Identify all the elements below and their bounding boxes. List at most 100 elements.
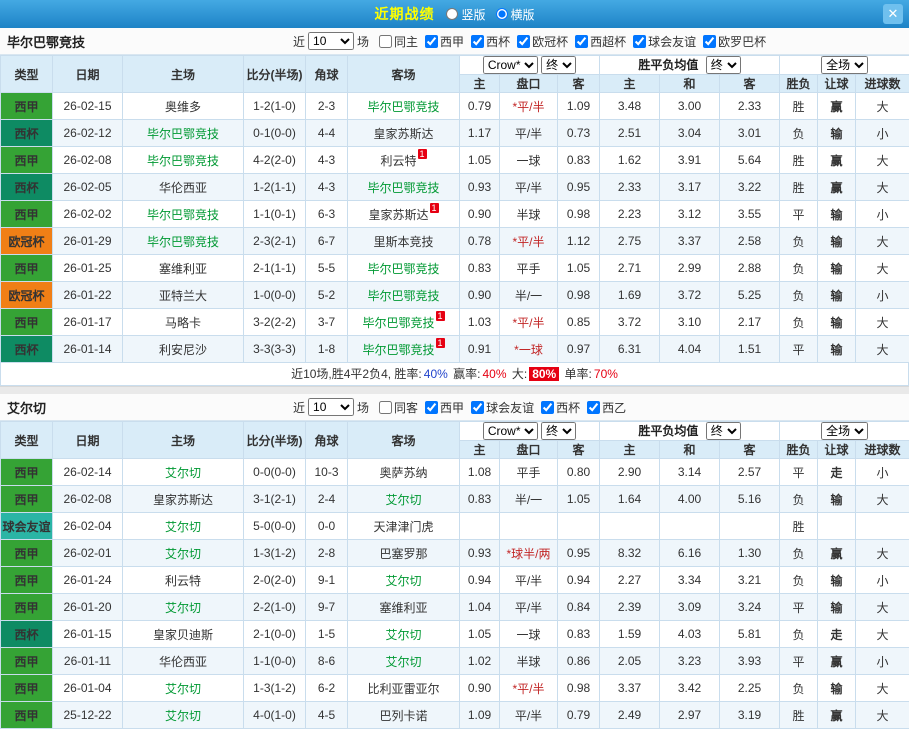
- filter-checkbox[interactable]: 西超杯: [575, 33, 626, 50]
- checkbox-input[interactable]: [471, 34, 485, 48]
- handicap-cell: [499, 512, 558, 540]
- away-team-cell: 毕尔巴鄂竞技 1: [347, 308, 460, 336]
- odds-home-cell: 1.05: [459, 620, 500, 648]
- home-team-cell: 毕尔巴鄂竞技: [122, 200, 244, 228]
- layout-radio-input[interactable]: [495, 8, 508, 20]
- checkbox-input[interactable]: [633, 34, 647, 48]
- header-type: 类型: [0, 55, 53, 93]
- match-row: 球会友谊 26-02-04 艾尔切 5-0(0-0) 0-0 天津津门虎 胜: [0, 512, 909, 540]
- team-name-text: 艾尔切: [385, 654, 422, 669]
- odds-final-select[interactable]: 终: [541, 56, 577, 74]
- near-label: 近: [293, 400, 306, 415]
- league-cell: 西甲: [0, 458, 53, 486]
- filter-checkbox[interactable]: 西杯: [541, 399, 580, 416]
- filter-checkbox[interactable]: 球会友谊: [633, 33, 696, 50]
- filter-checkbox[interactable]: 西乙: [587, 399, 626, 416]
- avg-away-cell: 2.58: [719, 227, 781, 255]
- avg-final-select[interactable]: 终: [705, 56, 741, 74]
- match-row: 西甲 26-01-25 塞维利亚 2-1(1-1) 5-5 毕尔巴鄂竞技 0.83 平手 1.0…: [0, 254, 909, 282]
- matches-table: 类型 日期 主场 比分(半场) 角球 客场 Crow* 终 胜平负均值 终 全场…: [0, 421, 909, 729]
- date-cell: 26-02-15: [52, 92, 123, 120]
- team-name-text: 巴塞罗那: [379, 546, 428, 561]
- checkbox-input[interactable]: [517, 34, 531, 48]
- goals-cell: 大: [855, 308, 909, 336]
- odds-home-cell: 0.79: [459, 92, 500, 120]
- result-cell: 胜: [779, 146, 819, 174]
- odds-away-cell: 0.97: [556, 335, 601, 363]
- layout-radio-vertical[interactable]: 竖版: [446, 6, 486, 23]
- handicap-result-cell: [817, 512, 857, 540]
- team-name-text: 毕尔巴鄂竞技: [146, 126, 219, 141]
- filter-checkbox[interactable]: 欧罗巴杯: [703, 33, 766, 50]
- handicap-cell: 半/一: [499, 281, 558, 309]
- close-button[interactable]: ✕: [883, 4, 903, 24]
- date-cell: 26-02-12: [52, 119, 123, 147]
- away-team-cell: 比利亚雷亚尔: [347, 674, 460, 702]
- handicap-cell: 半球: [499, 200, 558, 228]
- odds-home-cell: 0.91: [459, 335, 500, 363]
- checkbox-input[interactable]: [379, 400, 393, 414]
- match-row: 西杯 26-02-12 毕尔巴鄂竞技 0-1(0-0) 4-4 皇家苏斯达 1.17 平/半 0…: [0, 119, 909, 147]
- filter-checkbox[interactable]: 西甲: [425, 33, 464, 50]
- filter-checkbox[interactable]: 同主: [379, 33, 418, 50]
- scope-header-cell: 全场: [779, 421, 909, 441]
- away-team-cell: 天津津门虎: [347, 512, 460, 540]
- team-name-text: 塞维利亚: [158, 261, 207, 276]
- score-cell: 3-2(2-2): [243, 308, 306, 336]
- header-odds-home: 主: [459, 440, 500, 459]
- avg-away-cell: 5.25: [719, 281, 781, 309]
- score-cell: 1-2(1-0): [243, 92, 306, 120]
- score-cell: 1-2(1-1): [243, 173, 306, 201]
- radio-label: 横版: [510, 7, 535, 22]
- team-name-text: 亚特兰大: [158, 288, 207, 303]
- filter-checkbox[interactable]: 球会友谊: [471, 399, 534, 416]
- date-cell: 26-01-14: [52, 335, 123, 363]
- checkbox-input[interactable]: [425, 400, 439, 414]
- odds-source-select[interactable]: Crow*: [482, 56, 538, 74]
- matches-label: 场: [357, 34, 370, 49]
- corner-cell: 4-3: [305, 146, 348, 174]
- match-row: 西甲 26-02-08 毕尔巴鄂竞技 4-2(2-0) 4-3 利云特 1 1.05 一球 0.8…: [0, 146, 909, 174]
- filter-checkbox[interactable]: 西杯: [471, 33, 510, 50]
- checkbox-input[interactable]: [703, 34, 717, 48]
- header-home: 主场: [122, 55, 244, 93]
- header-home: 主场: [122, 421, 244, 459]
- corner-cell: 6-7: [305, 227, 348, 255]
- checkbox-input[interactable]: [541, 400, 555, 414]
- match-count-select[interactable]: 10: [308, 32, 355, 50]
- score-cell: 4-0(1-0): [243, 701, 306, 729]
- scope-select[interactable]: 全场: [821, 422, 869, 440]
- team-name-text: 奥维多: [164, 99, 201, 114]
- result-cell: 负: [779, 566, 819, 594]
- team-name-text: 华伦西亚: [158, 180, 207, 195]
- match-count-select[interactable]: 10: [308, 398, 355, 416]
- checkbox-input[interactable]: [587, 400, 601, 414]
- odds-away-cell: 0.98: [556, 281, 601, 309]
- avg-away-cell: 3.21: [719, 566, 781, 594]
- odds-source-select[interactable]: Crow*: [482, 422, 538, 440]
- league-cell: 西甲: [0, 701, 53, 729]
- checkbox-input[interactable]: [425, 34, 439, 48]
- match-row: 欧冠杯 26-01-29 毕尔巴鄂竞技 2-3(2-1) 6-7 里斯本竞技 0.78 *平/…: [0, 227, 909, 255]
- corner-cell: 8-6: [305, 647, 348, 675]
- odds-final-select[interactable]: 终: [541, 422, 577, 440]
- filter-checkbox[interactable]: 欧冠杯: [517, 33, 568, 50]
- avg-draw-cell: 4.00: [659, 485, 721, 513]
- checkbox-input[interactable]: [471, 400, 485, 414]
- away-team-cell: 奥萨苏纳: [347, 458, 460, 486]
- checkbox-input[interactable]: [379, 34, 393, 48]
- layout-radio-input[interactable]: [446, 8, 459, 20]
- date-cell: 26-01-25: [52, 254, 123, 282]
- result-cell: 胜: [779, 701, 819, 729]
- layout-radio-horizontal[interactable]: 横版: [495, 6, 535, 23]
- filter-checkbox[interactable]: 西甲: [425, 399, 464, 416]
- match-row: 西甲 26-02-14 艾尔切 0-0(0-0) 10-3 奥萨苏纳 1.08 平手 0.80 2…: [0, 458, 909, 486]
- avg-final-select[interactable]: 终: [705, 422, 741, 440]
- odds-home-cell: 0.90: [459, 674, 500, 702]
- score-cell: 3-3(3-3): [243, 335, 306, 363]
- team-name-text: 艾尔切: [385, 492, 422, 507]
- checkbox-input[interactable]: [575, 34, 589, 48]
- scope-select[interactable]: 全场: [821, 56, 869, 74]
- filter-checkbox[interactable]: 同客: [379, 399, 418, 416]
- odds-home-cell: 1.09: [459, 701, 500, 729]
